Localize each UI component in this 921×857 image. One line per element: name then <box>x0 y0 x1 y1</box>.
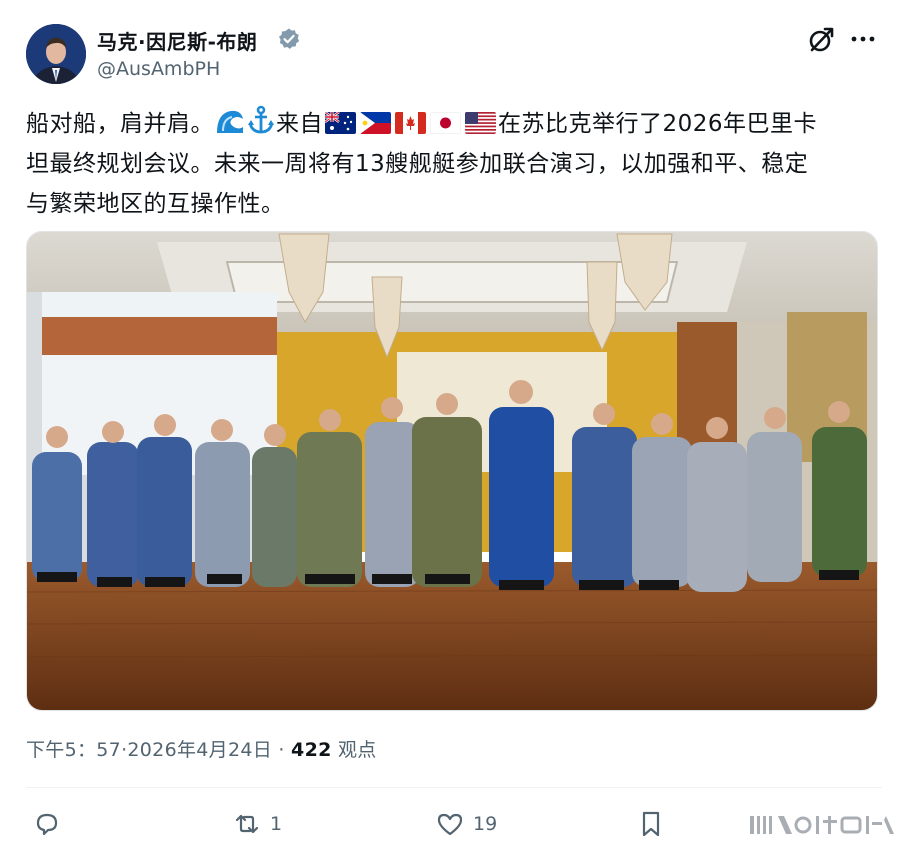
views-count: 422 <box>291 739 332 761</box>
reply-icon <box>36 813 58 836</box>
verified-badge-icon <box>279 28 300 49</box>
views-label: 观点 <box>331 739 377 761</box>
tweet-photo[interactable] <box>26 231 878 711</box>
like-button[interactable]: 19 <box>435 806 497 842</box>
author-name[interactable]: 马克·因尼斯-布朗 <box>97 26 257 55</box>
tweet-meta: 下午5：57·2026年4月24日 · 422 观点 <box>26 735 377 762</box>
bookmark-icon <box>642 811 660 837</box>
like-count: 19 <box>473 813 498 835</box>
heart-icon <box>437 813 463 836</box>
tweet-text-line3: 与繁荣地区的互操作性。 <box>26 191 285 217</box>
tweet-text-line1-prefix: 船对船，肩并肩。 <box>26 111 214 137</box>
author-avatar[interactable] <box>26 24 86 84</box>
avatar-portrait <box>26 24 86 84</box>
repost-count: 1 <box>270 813 283 835</box>
tweet-text-line1-suffix: 在苏比克举行了2026年巴里卡 <box>498 111 818 137</box>
tweet-text-line2: 坦最终规划会议。未来一周将有13艘舰艇参加联合演习，以加强和平、稳定 <box>26 151 809 177</box>
japan-flag-icon <box>430 112 461 134</box>
author-handle[interactable]: @AusAmbPH <box>97 58 220 80</box>
tweet-text: 船对船，肩并肩。 来自 在苏比克举行了2026年巴里卡 坦最终规划会议。未来一周… <box>26 104 896 224</box>
anchor-emoji-icon <box>248 105 274 134</box>
usa-flag-icon <box>465 112 496 134</box>
more-options-icon[interactable] <box>850 35 876 43</box>
tweet-text-from: 来自 <box>276 111 323 137</box>
watermark-logo <box>750 816 894 834</box>
reply-button[interactable] <box>32 806 70 842</box>
tweet-timestamp[interactable]: 下午5：57·2026年4月24日 · <box>26 739 291 761</box>
wave-emoji-icon <box>215 107 245 135</box>
philippines-flag-icon <box>360 112 391 134</box>
group-photo-image <box>27 232 877 710</box>
repost-button[interactable]: 1 <box>232 806 282 842</box>
grok-icon[interactable] <box>806 25 836 55</box>
bookmark-button[interactable] <box>636 806 666 842</box>
repost-icon <box>235 814 259 834</box>
tweet-card: 马克·因尼斯-布朗 @AusAmbPH 船对船，肩并肩。 来自 在苏比克举行了2… <box>0 0 921 857</box>
canada-flag-icon <box>395 112 426 134</box>
australia-flag-icon <box>325 112 356 134</box>
action-divider <box>26 787 882 788</box>
